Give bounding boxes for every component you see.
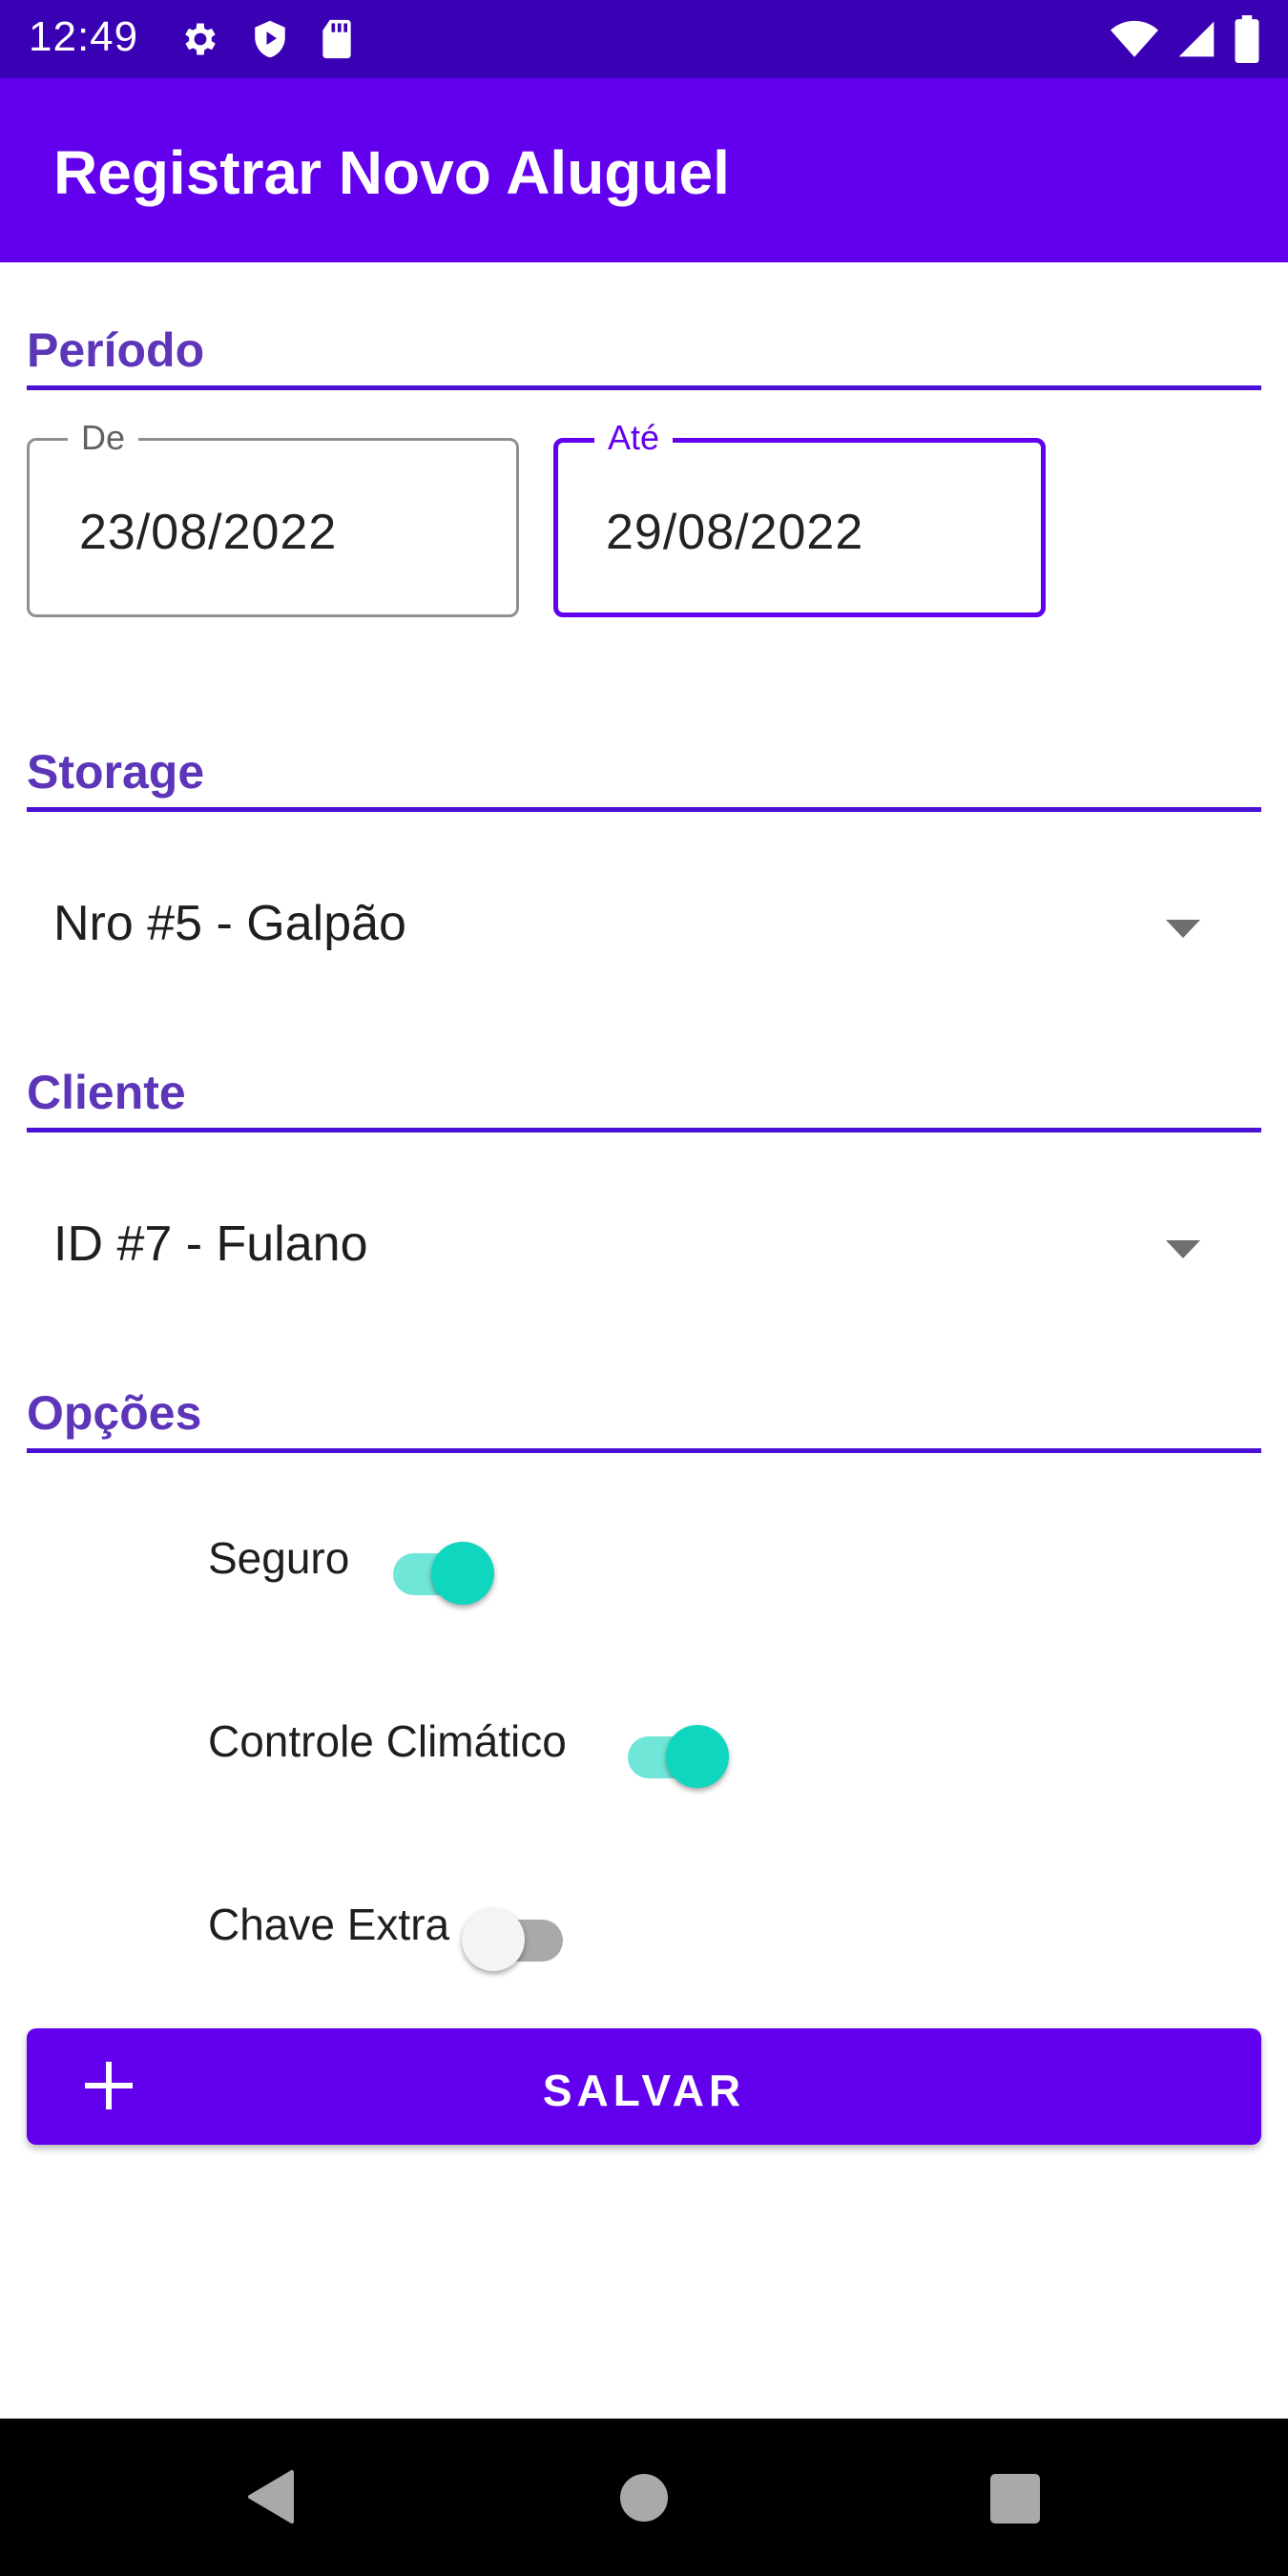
section-heading-opcoes: Opções	[27, 1386, 202, 1440]
switch-label-chave-extra: Chave Extra	[208, 1900, 450, 1949]
switch-seguro[interactable]	[389, 1536, 494, 1605]
recents-icon[interactable]	[990, 2474, 1040, 2524]
save-button-label: SALVAR	[542, 2066, 746, 2115]
sd-card-icon	[322, 19, 351, 59]
status-icons-left	[179, 18, 355, 60]
app-bar: Registrar Novo Aluguel	[0, 78, 1288, 262]
home-icon[interactable]	[620, 2474, 668, 2522]
date-to-value: 29/08/2022	[606, 505, 864, 560]
cliente-dropdown[interactable]: ID #7 - Fulano	[27, 1179, 1261, 1313]
cliente-selected-value: ID #7 - Fulano	[53, 1216, 368, 1272]
section-divider-storage	[27, 807, 1261, 812]
date-from-label: De	[68, 414, 139, 462]
switch-thumb	[462, 1908, 525, 1971]
dropdown-arrow-icon	[1166, 1240, 1200, 1258]
section-heading-cliente: Cliente	[27, 1066, 186, 1119]
page-title: Registrar Novo Aluguel	[53, 138, 730, 207]
settings-gear-icon	[185, 23, 216, 55]
status-time: 12:49	[29, 13, 139, 60]
switch-label-controle-climatico: Controle Climático	[208, 1716, 567, 1766]
switch-chave-extra[interactable]	[462, 1902, 567, 1971]
section-divider-periodo	[27, 385, 1261, 390]
section-heading-storage: Storage	[27, 745, 205, 799]
shield-play-icon	[255, 20, 285, 58]
switch-row-chave-extra[interactable]: Chave Extra	[208, 1889, 609, 1971]
date-from-field[interactable]: De 23/08/2022	[27, 414, 519, 617]
battery-icon	[1235, 15, 1259, 63]
storage-selected-value: Nro #5 - Galpão	[53, 896, 406, 951]
section-heading-periodo: Período	[27, 323, 205, 377]
storage-dropdown[interactable]: Nro #5 - Galpão	[27, 859, 1261, 992]
switch-thumb	[431, 1542, 494, 1605]
cell-signal-icon	[1178, 21, 1215, 57]
section-divider-opcoes	[27, 1448, 1261, 1453]
section-divider-cliente	[27, 1128, 1261, 1132]
save-button[interactable]: SALVAR	[27, 2028, 1261, 2145]
wifi-icon	[1111, 20, 1158, 57]
switch-row-controle-climatico[interactable]: Controle Climático	[208, 1706, 742, 1788]
switch-row-seguro[interactable]: Seguro	[208, 1523, 513, 1605]
switch-label-seguro: Seguro	[208, 1533, 350, 1583]
date-from-value: 23/08/2022	[79, 505, 338, 560]
date-to-label: Até	[594, 414, 674, 462]
status-bar: 12:49	[0, 0, 1288, 78]
switch-controle-climatico[interactable]	[624, 1719, 729, 1788]
system-nav-bar	[0, 2419, 1288, 2576]
back-icon[interactable]	[246, 2468, 294, 2525]
date-to-field[interactable]: Até 29/08/2022	[553, 414, 1046, 617]
dropdown-arrow-icon	[1166, 920, 1200, 938]
switch-thumb	[666, 1725, 729, 1788]
status-icons-right	[1111, 15, 1259, 63]
